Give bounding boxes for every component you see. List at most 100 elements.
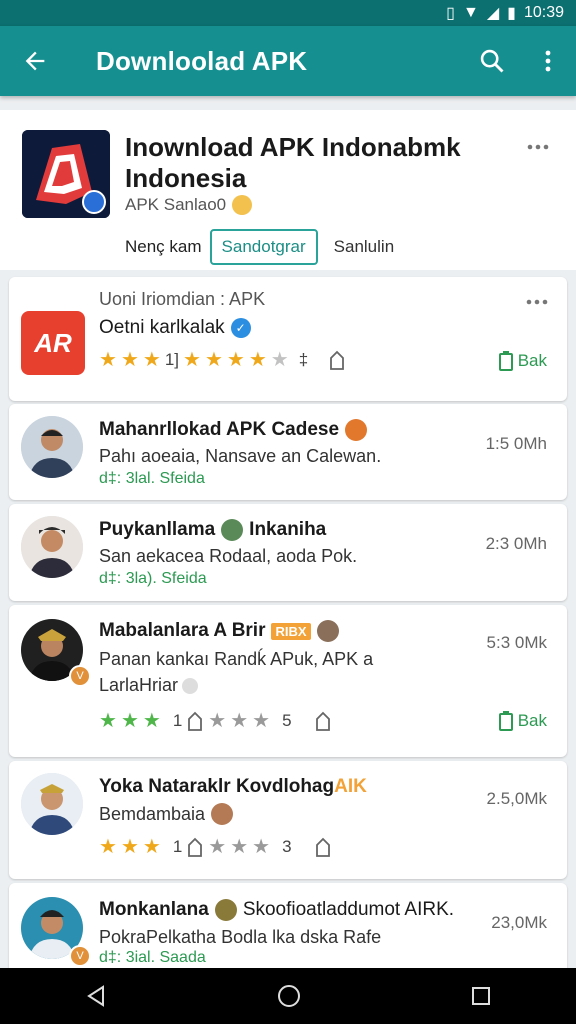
system-nav-bar bbox=[0, 968, 576, 1024]
download-label: Bak bbox=[517, 711, 547, 730]
item-description-line2: LarlaHriar bbox=[99, 675, 179, 695]
nav-back-icon[interactable] bbox=[85, 985, 107, 1007]
item-description: PokraPelkatha Bodla lka dska Rafe bbox=[99, 927, 382, 947]
nav-recents-icon[interactable] bbox=[471, 986, 491, 1006]
share-icon[interactable] bbox=[314, 837, 332, 857]
item-rating: ★ ★ ★ 1 ★ ★ ★ 3 bbox=[99, 837, 332, 857]
app-header-card: Inownload APK Indonabmk Indonesia APK Sa… bbox=[0, 110, 576, 270]
item-size: 1:5 0Mh bbox=[485, 434, 547, 453]
list-item[interactable]: V Mabalanlara A Brir RIBX Panan kankaı R… bbox=[9, 605, 567, 757]
verified-icon: ✓ bbox=[230, 318, 251, 338]
star-icon: ★ bbox=[99, 710, 117, 732]
search-button[interactable] bbox=[464, 26, 520, 96]
item-title-tail: Inkaniha bbox=[249, 519, 327, 540]
download-icon bbox=[498, 711, 513, 731]
more-vert-icon bbox=[545, 50, 551, 72]
item-size: 5:3 0Mk bbox=[486, 633, 547, 652]
featured-app-icon: AR bbox=[21, 311, 85, 375]
status-bar: ▯ ▼ ◢ ▮ 10:39 bbox=[0, 0, 576, 26]
avatar bbox=[21, 416, 83, 478]
share-icon[interactable] bbox=[314, 711, 332, 731]
segment-control: Nenç kam Sandotgrar Sanlulin bbox=[125, 225, 394, 269]
app-subtitle: APK Sanlao0 bbox=[125, 195, 227, 214]
item-size: 23,0Mk bbox=[491, 913, 547, 932]
item-rating: ★ ★ ★ 1 ★ ★ ★ 5 bbox=[99, 711, 332, 731]
star-icon: ★ bbox=[183, 349, 201, 371]
list-item[interactable]: Puykanllama Inkaniha San aekacea Rodaal,… bbox=[9, 504, 567, 601]
item-title-row: Mabalanlara A Brir RIBX bbox=[99, 620, 339, 642]
item-description: San aekacea Rodaal, aoda Pok. bbox=[99, 546, 358, 566]
item-description-row: Bemdambaia bbox=[99, 803, 234, 825]
share-icon[interactable] bbox=[186, 711, 204, 731]
featured-download-button[interactable]: Bak bbox=[498, 351, 547, 371]
emoji-icon bbox=[211, 803, 234, 825]
star-icon: ★ bbox=[230, 710, 249, 732]
item-size: 2.5,0Mk bbox=[486, 789, 547, 808]
list-item[interactable]: V Monkanlana Skoofioatladdumot AIRK. Pok… bbox=[9, 883, 567, 973]
star-icon: ★ bbox=[142, 836, 161, 858]
avatar-badge: V bbox=[69, 945, 91, 967]
item-download-button[interactable]: Bak bbox=[498, 711, 547, 731]
app-subtitle-row: APK Sanlao0 bbox=[125, 195, 253, 215]
featured-more-button[interactable] bbox=[525, 293, 549, 311]
item-title-accent: AIK bbox=[334, 776, 367, 797]
badge-icon bbox=[316, 620, 339, 642]
featured-subtitle-row: Oetni karlkalak ✓ bbox=[99, 317, 251, 339]
item-meta: d‡: 3la). Sfeida bbox=[99, 570, 207, 587]
star-icon: ★ bbox=[270, 349, 289, 371]
rating-count: 5 bbox=[282, 711, 292, 730]
segment-left[interactable]: Nenç kam bbox=[125, 237, 210, 257]
item-title-row: Yoka Nataraklr Kovdlohag AIK bbox=[99, 776, 367, 798]
dot-icon bbox=[182, 677, 199, 694]
more-horiz-icon bbox=[527, 144, 549, 150]
share-icon[interactable] bbox=[328, 350, 346, 370]
featured-subtitle: Oetni karlkalak bbox=[99, 317, 225, 338]
share-icon[interactable] bbox=[186, 837, 204, 857]
badge-icon bbox=[345, 419, 368, 441]
app-logo bbox=[22, 130, 110, 218]
badge-icon bbox=[221, 519, 244, 541]
clock: 10:39 bbox=[523, 4, 564, 21]
item-title-row: Puykanllama Inkaniha bbox=[99, 519, 326, 541]
item-title: Monkanlana bbox=[99, 899, 209, 920]
item-title: Mabalanlara A Brir bbox=[99, 620, 266, 641]
app-title: Inownload APK Indonabmk Indonesia bbox=[125, 132, 461, 193]
avatar-badge: V bbox=[69, 665, 91, 687]
list-item[interactable]: Yoka Nataraklr Kovdlohag AIK Bemdambaia … bbox=[9, 761, 567, 879]
star-half-icon: ★ bbox=[248, 349, 267, 371]
rating-count: 1] bbox=[164, 350, 179, 369]
item-title-row: Mahanrllokad APK Cadese bbox=[99, 419, 368, 441]
battery-icon: ▮ bbox=[507, 5, 516, 22]
item-description: Panan kankaı Randḱ APuk, APK a bbox=[99, 649, 374, 669]
item-title-row: Monkanlana Skoofioatladdumot AIRK. bbox=[99, 899, 454, 921]
page-title: Downloolad APK bbox=[96, 45, 308, 76]
item-title: Yoka Nataraklr Kovdlohag bbox=[99, 776, 335, 797]
download-label: Bak bbox=[517, 351, 547, 370]
nav-home-icon[interactable] bbox=[277, 984, 301, 1008]
badge-icon bbox=[214, 899, 237, 921]
list-item[interactable]: Mahanrllokad APK Cadese Pahı aoeaia, Nan… bbox=[9, 404, 567, 500]
segment-right[interactable]: Sanlulin bbox=[318, 237, 395, 257]
overflow-menu-button[interactable] bbox=[520, 26, 576, 96]
item-meta: d‡: 3ial. Saada bbox=[99, 949, 206, 966]
item-size: 2:3 0Mh bbox=[485, 534, 547, 553]
hero-more-button[interactable] bbox=[526, 138, 556, 158]
avatar bbox=[21, 773, 83, 835]
download-icon bbox=[498, 351, 513, 371]
back-arrow-icon bbox=[25, 51, 45, 71]
featured-rating: ★ ★ ★ 1] ★ ★ ★ ★ ★ ‡ bbox=[99, 350, 346, 370]
featured-app-card[interactable]: Uoni Iriomdian : APK AR Oetni karlkalak … bbox=[9, 277, 567, 401]
star-icon: ★ bbox=[99, 836, 117, 858]
star-icon: ★ bbox=[208, 710, 227, 732]
rating-count: ‡ bbox=[298, 350, 309, 369]
star-icon: ★ bbox=[252, 836, 271, 858]
emoji-icon bbox=[232, 195, 253, 215]
featured-icon-text: AR bbox=[34, 327, 72, 358]
star-icon: ★ bbox=[142, 710, 161, 732]
item-description: Bemdambaia bbox=[99, 803, 206, 824]
item-title-tail: Skoofioatladdumot AIRK. bbox=[242, 899, 455, 920]
back-button[interactable] bbox=[0, 26, 70, 96]
featured-heading: Uoni Iriomdian : APK bbox=[99, 289, 266, 309]
wifi-icon: ▼ bbox=[462, 4, 479, 21]
segment-selected[interactable]: Sandotgrar bbox=[209, 229, 318, 265]
